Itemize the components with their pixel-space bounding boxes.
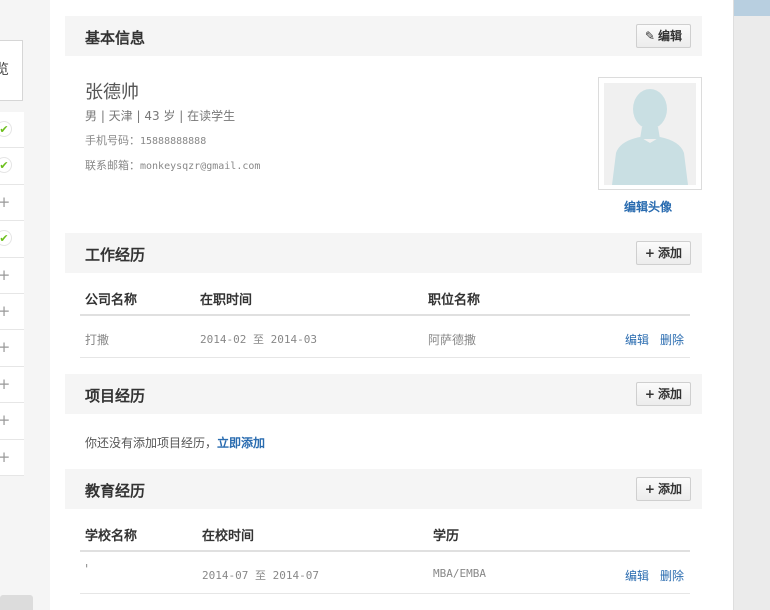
button-label: 添加 — [657, 482, 682, 496]
button-label: 添加 — [657, 387, 682, 401]
plus-icon: + — [0, 411, 11, 430]
table-row: ' 2014-07 至 2014-07 MBA/EMBA 编辑 删除 — [80, 554, 690, 594]
sidebar-item[interactable]: + — [0, 330, 24, 367]
empty-text: 你还没有添加项目经历， — [85, 436, 218, 450]
column-header: 在职时间 — [200, 293, 253, 308]
plus-icon: + — [644, 482, 655, 496]
plus-icon: + — [0, 265, 11, 284]
user-meta: 男 | 天津 | 43 岁 | 在读学生 — [85, 109, 236, 123]
sidebar-item[interactable]: + — [0, 293, 24, 331]
check-icon: ✔ — [0, 157, 12, 174]
sidebar-item[interactable]: ✔ — [0, 112, 24, 149]
column-header: 学历 — [433, 529, 460, 544]
basic-info-header: 基本信息 ✎ 编辑 — [65, 16, 702, 56]
sidebar-item[interactable]: ✔ — [0, 221, 24, 258]
phone-line: 手机号码：15888888888 — [85, 132, 206, 148]
add-project-link[interactable]: 立即添加 — [217, 436, 265, 450]
edit-basic-info-button[interactable]: ✎ 编辑 — [635, 24, 691, 48]
add-work-button[interactable]: + 添加 — [635, 241, 691, 265]
table-row: 打撒 2014-02 至 2014-03 阿萨德撒 编辑 删除 — [80, 318, 690, 358]
edit-education-link[interactable]: 编辑 — [625, 567, 649, 584]
sidebar-card-text: 览 — [0, 62, 9, 78]
sidebar-item[interactable]: + — [0, 366, 24, 404]
project-empty-note: 你还没有添加项目经历，立即添加 — [85, 434, 265, 451]
column-header: 职位名称 — [428, 293, 481, 308]
sidebar-item[interactable]: + — [0, 403, 24, 440]
phone-label: 手机号码： — [85, 134, 140, 147]
position-cell: 阿萨德撒 — [428, 333, 477, 347]
table-header: 公司名称 在职时间 职位名称 — [80, 276, 690, 316]
edit-avatar-link[interactable]: 编辑头像 — [624, 198, 672, 215]
sidebar-preview-card[interactable]: 览 — [0, 40, 23, 101]
check-icon: ✔ — [0, 121, 12, 137]
resume-main-panel: 基本信息 ✎ 编辑 张德帅 男 | 天津 | 43 岁 | 在读学生 手机号码：1… — [50, 0, 733, 610]
work-experience-header: 工作经历 + 添加 — [65, 233, 702, 273]
column-header: 学校名称 — [85, 529, 138, 544]
left-sidebar: 览 ✔ ✔ + ✔ + + + + + + — [0, 0, 50, 610]
sidebar-bottom-button[interactable] — [0, 595, 33, 610]
column-header: 在校时间 — [202, 529, 255, 544]
plus-icon: + — [0, 447, 11, 466]
sidebar-item[interactable]: + — [0, 257, 24, 294]
school-cell: ' — [85, 562, 89, 576]
button-label: 编辑 — [657, 29, 682, 43]
add-education-button[interactable]: + 添加 — [635, 477, 691, 501]
plus-icon: + — [0, 338, 11, 357]
education-header: 教育经历 + 添加 — [65, 469, 702, 509]
email-value: monkeysqzr@gmail.com — [140, 161, 261, 172]
phone-value: 15888888888 — [140, 136, 207, 147]
delete-work-link[interactable]: 删除 — [660, 331, 684, 348]
check-icon: ✔ — [0, 230, 12, 247]
plus-icon: + — [0, 192, 11, 211]
plus-icon: + — [644, 387, 655, 401]
user-name: 张德帅 — [85, 82, 139, 103]
period-cell: 2014-02 至 2014-03 — [200, 333, 317, 346]
avatar-placeholder-icon — [604, 83, 696, 185]
delete-education-link[interactable]: 删除 — [660, 567, 684, 584]
period-cell: 2014-07 至 2014-07 — [202, 569, 319, 582]
section-title: 项目经历 — [85, 387, 146, 405]
email-label: 联系邮箱： — [85, 159, 140, 172]
section-title: 教育经历 — [85, 482, 146, 500]
sidebar-item[interactable]: ✔ — [0, 148, 24, 185]
right-gutter-accent — [734, 0, 770, 16]
sidebar-item[interactable]: + — [0, 184, 24, 222]
add-project-button[interactable]: + 添加 — [635, 382, 691, 406]
right-gutter — [733, 0, 770, 610]
section-title: 工作经历 — [85, 246, 146, 264]
edit-work-link[interactable]: 编辑 — [625, 331, 649, 348]
plus-icon: + — [0, 374, 11, 393]
pencil-icon: ✎ — [644, 29, 655, 43]
company-cell: 打撒 — [85, 333, 110, 347]
column-header: 公司名称 — [85, 293, 138, 308]
plus-icon: + — [0, 301, 11, 320]
sidebar-item[interactable]: + — [0, 439, 24, 476]
plus-icon: + — [644, 246, 655, 260]
project-experience-header: 项目经历 + 添加 — [65, 374, 702, 414]
avatar — [598, 77, 702, 190]
button-label: 添加 — [657, 246, 682, 260]
degree-cell: MBA/EMBA — [433, 567, 486, 580]
email-line: 联系邮箱：monkeysqzr@gmail.com — [85, 157, 260, 173]
sidebar-progress-list: ✔ ✔ + ✔ + + + + + + — [0, 112, 24, 476]
table-header: 学校名称 在校时间 学历 — [80, 512, 690, 552]
section-title: 基本信息 — [85, 29, 146, 47]
